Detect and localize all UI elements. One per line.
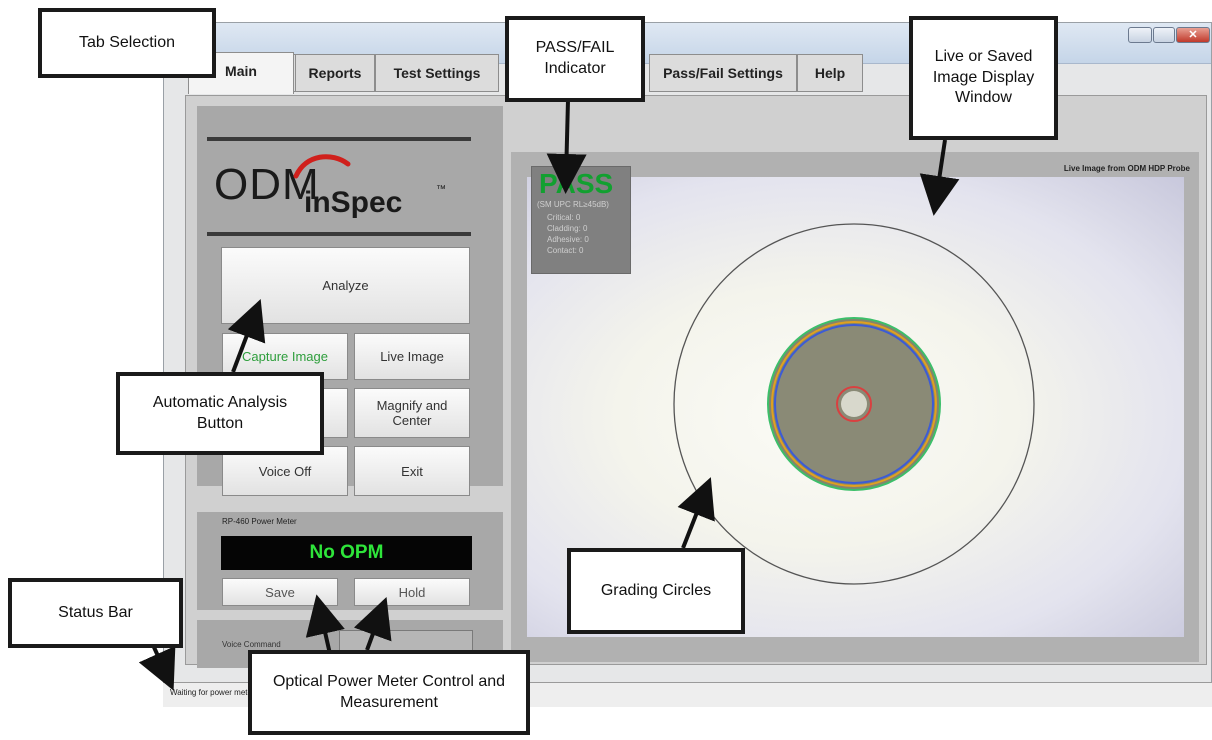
arrow-status-bar [138,644,176,691]
callout-status-bar: Status Bar [8,578,183,648]
arrow-opm-save [305,594,345,655]
arrow-analyze [227,299,266,373]
callout-tab-selection: Tab Selection [38,8,216,78]
callout-live-saved-image: Live or Saved Image Display Window [909,16,1058,140]
callout-pass-fail: PASS/FAIL Indicator [505,16,645,102]
callout-opm-control: Optical Power Meter Control and Measurem… [248,650,530,735]
arrow-opm-hold [353,596,392,651]
arrow-pass-fail [546,99,587,194]
arrow-grading-circles [677,477,715,549]
arrow-image-window [919,139,960,216]
callout-grading-circles: Grading Circles [567,548,745,634]
callout-automatic-analysis: Automatic Analysis Button [116,372,324,455]
